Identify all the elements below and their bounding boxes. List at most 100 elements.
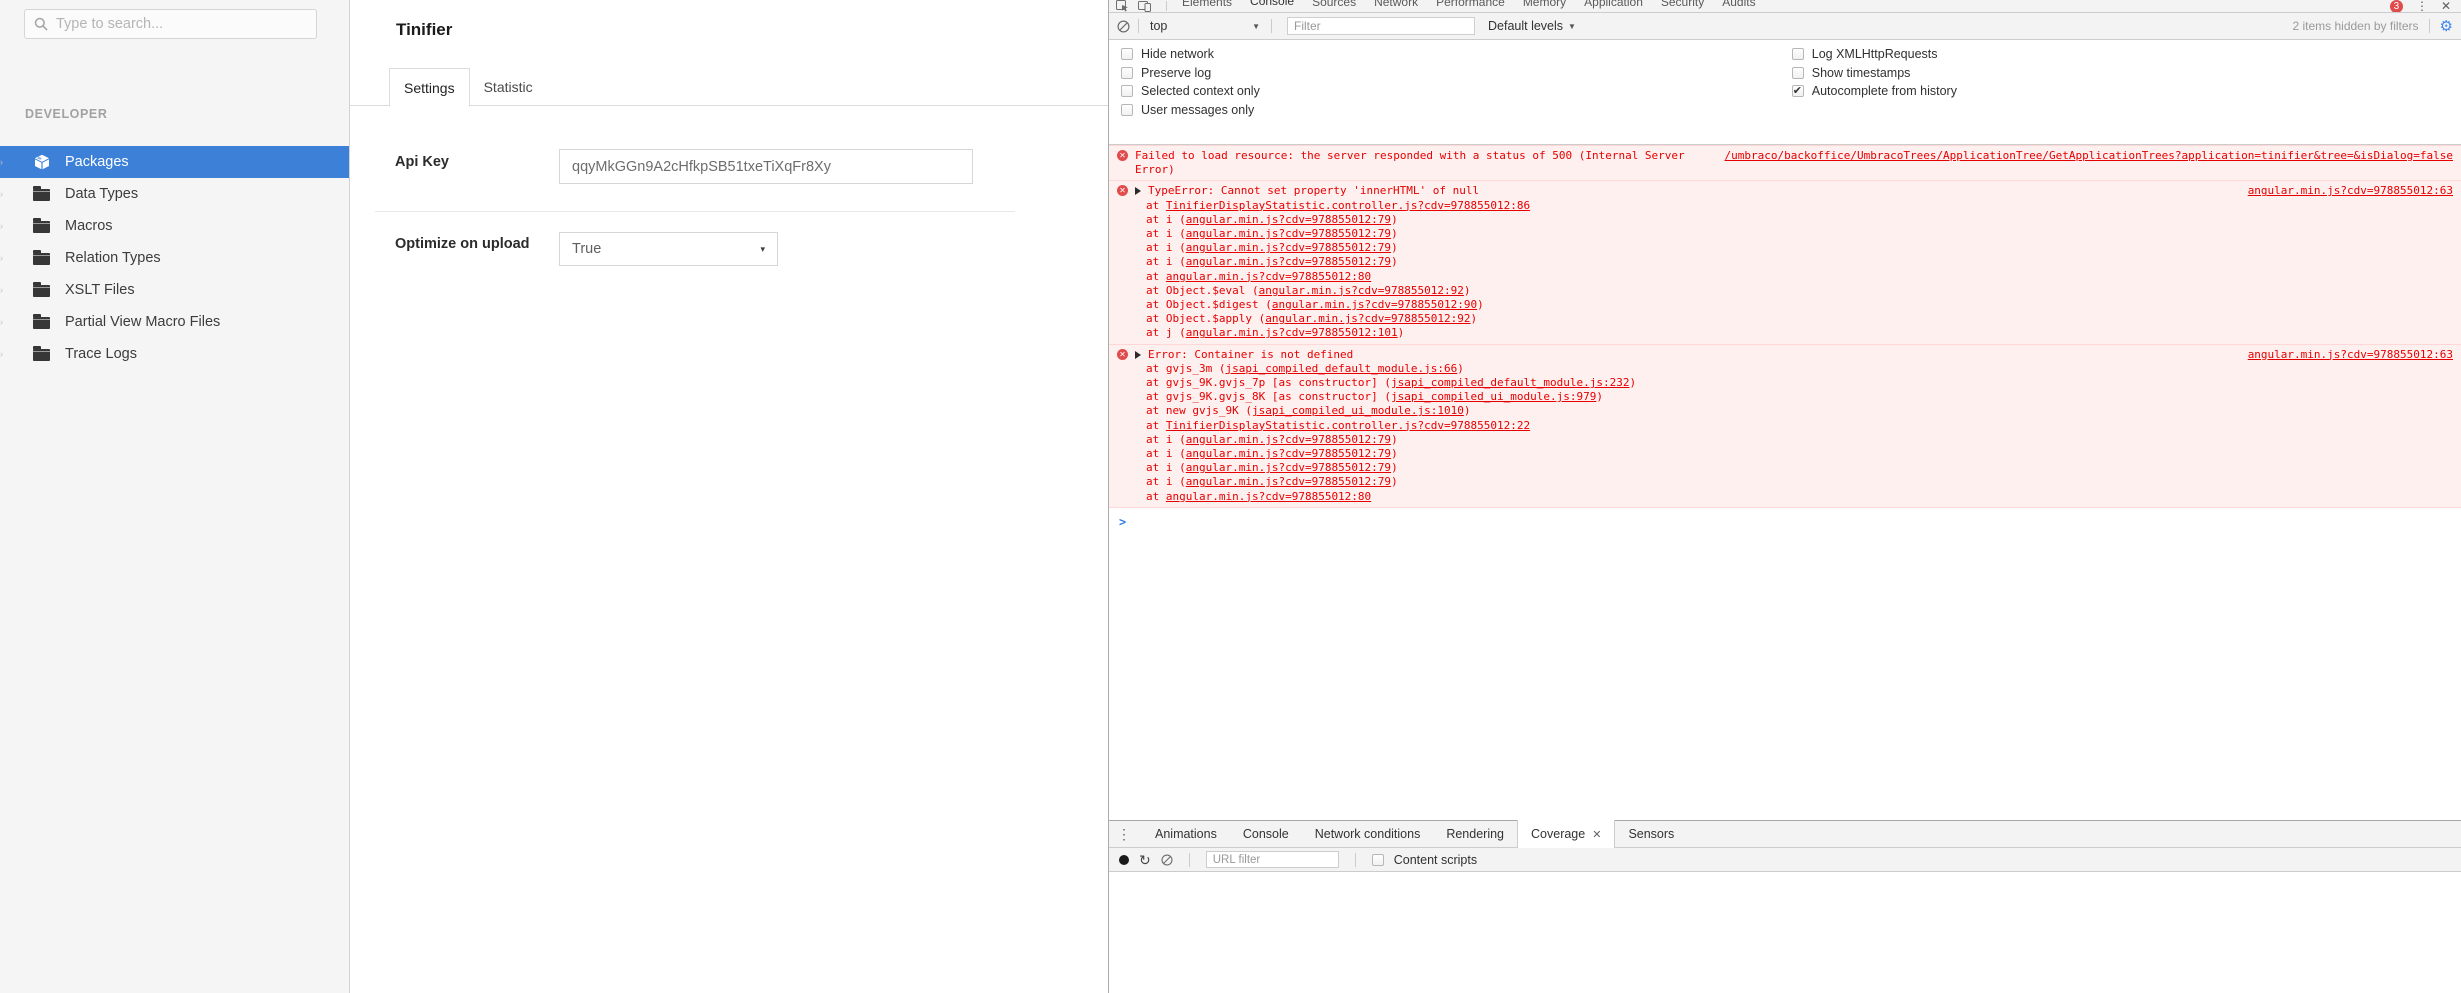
clear-console-icon[interactable] xyxy=(1117,20,1130,33)
checkbox[interactable] xyxy=(1792,85,1804,97)
drawer-tab-sensors[interactable]: Sensors xyxy=(1615,821,1687,848)
setting-show-timestamps[interactable]: Show timestamps xyxy=(1792,66,1957,80)
checkbox[interactable] xyxy=(1121,85,1133,97)
tree-item-label: Trace Logs xyxy=(65,346,137,362)
setting-autocomplete-from-history[interactable]: Autocomplete from history xyxy=(1792,84,1957,98)
search-box[interactable] xyxy=(24,9,317,39)
api-key-input[interactable] xyxy=(559,149,973,184)
checkbox[interactable] xyxy=(1121,67,1133,79)
source-location-link[interactable]: angular.min.js?cdv=978855012:63 xyxy=(2248,184,2453,198)
stack-frame-link[interactable]: jsapi_compiled_default_module.js:232 xyxy=(1391,376,1629,389)
stack-frame: at gvjs_3m (jsapi_compiled_default_modul… xyxy=(1117,362,2453,376)
tab-settings[interactable]: Settings xyxy=(389,68,470,107)
record-icon[interactable] xyxy=(1119,855,1129,865)
error-text: Failed to load resource: the server resp… xyxy=(1135,149,1709,177)
setting-log-xmlhttprequests[interactable]: Log XMLHttpRequests xyxy=(1792,47,1957,61)
drawer-tab-animations[interactable]: Animations xyxy=(1142,821,1230,848)
tree-expander-icon[interactable]: › xyxy=(0,317,3,327)
stack-frame-link[interactable]: angular.min.js?cdv=978855012:80 xyxy=(1166,490,1371,503)
checkbox[interactable] xyxy=(1121,48,1133,60)
stack-frame-link[interactable]: angular.min.js?cdv=978855012:79 xyxy=(1186,447,1391,460)
close-devtools-icon[interactable]: ✕ xyxy=(2441,0,2451,13)
drawer-tab-rendering[interactable]: Rendering xyxy=(1433,821,1517,848)
tree-item-macros[interactable]: › Macros xyxy=(0,210,349,242)
drawer-menu-icon[interactable]: ⋮ xyxy=(1117,826,1130,843)
source-location-link[interactable]: /umbraco/backoffice/UmbracoTrees/Applica… xyxy=(1725,149,2453,163)
tree-item-xslt-files[interactable]: › XSLT Files xyxy=(0,274,349,306)
tab-statistic[interactable]: Statistic xyxy=(470,68,547,106)
devtools-tabbar: ElementsConsoleSourcesNetworkPerformance… xyxy=(1109,0,2461,13)
stack-frame-link[interactable]: angular.min.js?cdv=978855012:79 xyxy=(1186,227,1391,240)
device-toolbar-icon[interactable] xyxy=(1138,1,1151,12)
stack-frame-link[interactable]: angular.min.js?cdv=978855012:79 xyxy=(1186,255,1391,268)
devtools-tab-memory[interactable]: Memory xyxy=(1514,0,1575,13)
stack-frame-link[interactable]: angular.min.js?cdv=978855012:90 xyxy=(1272,298,1477,311)
stack-frame-link[interactable]: TinifierDisplayStatistic.controller.js?c… xyxy=(1166,199,1530,212)
tree-expander-icon[interactable]: › xyxy=(0,285,3,295)
execution-context-selector[interactable]: top ▼ xyxy=(1145,19,1265,33)
drawer-tab-coverage[interactable]: Coverage ✕ xyxy=(1517,820,1615,848)
tree-item-trace-logs[interactable]: › Trace Logs xyxy=(0,338,349,370)
error-count-badge[interactable]: 3 xyxy=(2390,0,2403,13)
stack-frame-link[interactable]: angular.min.js?cdv=978855012:79 xyxy=(1186,461,1391,474)
tree-expander-icon[interactable]: › xyxy=(0,253,3,263)
checkbox[interactable] xyxy=(1792,48,1804,60)
console-input-row[interactable]: > xyxy=(1109,508,2461,530)
tree-item-data-types[interactable]: › Data Types xyxy=(0,178,349,210)
clear-coverage-icon[interactable] xyxy=(1161,854,1173,866)
setting-hide-network[interactable]: Hide network xyxy=(1121,47,1260,61)
tree-item-relation-types[interactable]: › Relation Types xyxy=(0,242,349,274)
stack-frame-link[interactable]: TinifierDisplayStatistic.controller.js?c… xyxy=(1166,419,1530,432)
tree-expander-icon[interactable]: › xyxy=(0,189,3,199)
tree-expander-icon[interactable]: › xyxy=(0,349,3,359)
optimize-on-upload-select[interactable]: True ▾ xyxy=(559,232,778,266)
setting-preserve-log[interactable]: Preserve log xyxy=(1121,66,1260,80)
expand-triangle-icon[interactable] xyxy=(1135,187,1141,195)
log-levels-selector[interactable]: Default levels ▼ xyxy=(1488,19,1576,33)
refresh-icon[interactable]: ↻ xyxy=(1139,854,1151,866)
gear-icon[interactable]: ⚙ xyxy=(2440,19,2453,34)
url-filter-input[interactable] xyxy=(1206,851,1339,868)
stack-frame-link[interactable]: angular.min.js?cdv=978855012:92 xyxy=(1265,312,1470,325)
devtools-tab-performance[interactable]: Performance xyxy=(1427,0,1514,13)
more-menu-icon[interactable]: ⋮ xyxy=(2416,0,2428,13)
content-scripts-checkbox[interactable] xyxy=(1372,854,1384,866)
close-tab-icon[interactable]: ✕ xyxy=(1592,828,1601,841)
stack-frame-link[interactable]: angular.min.js?cdv=978855012:101 xyxy=(1186,326,1398,339)
tree-item-partial-view-macro-files[interactable]: › Partial View Macro Files xyxy=(0,306,349,338)
source-location-link[interactable]: angular.min.js?cdv=978855012:63 xyxy=(2248,348,2453,362)
tree-expander-icon[interactable]: › xyxy=(0,157,3,167)
devtools-tab-elements[interactable]: Elements xyxy=(1173,0,1241,13)
stack-frame-link[interactable]: jsapi_compiled_default_module.js:66 xyxy=(1225,362,1457,375)
stack-frame-link[interactable]: angular.min.js?cdv=978855012:80 xyxy=(1166,270,1371,283)
setting-user-messages-only[interactable]: User messages only xyxy=(1121,103,1260,117)
tree-item-packages[interactable]: › Packages xyxy=(0,146,349,178)
stack-frame-link[interactable]: angular.min.js?cdv=978855012:79 xyxy=(1186,433,1391,446)
stack-frame-link[interactable]: angular.min.js?cdv=978855012:79 xyxy=(1186,241,1391,254)
search-input[interactable] xyxy=(56,16,307,32)
tree-item-icon xyxy=(33,187,50,201)
devtools-tab-application[interactable]: Application xyxy=(1575,0,1652,13)
expand-triangle-icon[interactable] xyxy=(1135,351,1141,359)
stack-frame: at i (angular.min.js?cdv=978855012:79) xyxy=(1117,461,2453,475)
tree-expander-icon[interactable]: › xyxy=(0,221,3,231)
checkbox[interactable] xyxy=(1792,67,1804,79)
stack-frame-link[interactable]: angular.min.js?cdv=978855012:79 xyxy=(1186,475,1391,488)
console-toolbar: top ▼ Default levels ▼ 2 items hidden by… xyxy=(1109,13,2461,40)
devtools-drawer: ⋮ Animations Console Network conditions … xyxy=(1109,820,2461,993)
devtools-tab-sources[interactable]: Sources xyxy=(1303,0,1365,13)
stack-frame-link[interactable]: angular.min.js?cdv=978855012:79 xyxy=(1186,213,1391,226)
drawer-tab-console[interactable]: Console xyxy=(1230,821,1302,848)
stack-frame-link[interactable]: jsapi_compiled_ui_module.js:1010 xyxy=(1252,404,1464,417)
devtools-tab-console[interactable]: Console xyxy=(1241,0,1303,13)
devtools-tab-network[interactable]: Network xyxy=(1365,0,1427,13)
checkbox[interactable] xyxy=(1121,104,1133,116)
devtools-tab-security[interactable]: Security xyxy=(1652,0,1713,13)
stack-frame-link[interactable]: jsapi_compiled_ui_module.js:979 xyxy=(1391,390,1596,403)
console-filter-input[interactable] xyxy=(1287,17,1475,35)
stack-frame-link[interactable]: angular.min.js?cdv=978855012:92 xyxy=(1259,284,1464,297)
setting-selected-context-only[interactable]: Selected context only xyxy=(1121,84,1260,98)
inspect-element-icon[interactable] xyxy=(1116,0,1129,12)
drawer-tab-network-conditions[interactable]: Network conditions xyxy=(1302,821,1434,848)
devtools-tab-audits[interactable]: Audits xyxy=(1713,0,1764,13)
